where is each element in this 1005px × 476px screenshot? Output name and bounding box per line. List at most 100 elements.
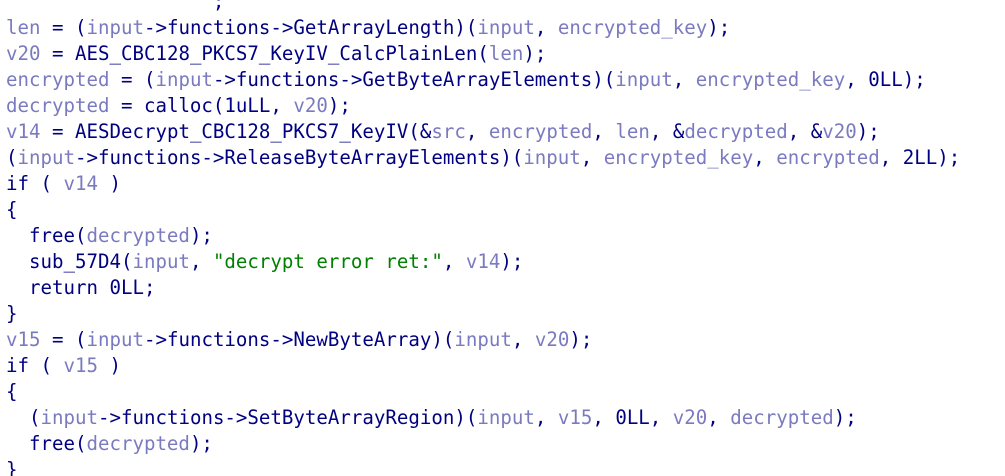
code-token: , [753, 146, 777, 169]
code-token: , [672, 68, 696, 91]
code-token: ); [569, 328, 593, 351]
code-token: , [534, 406, 558, 429]
identifier-token[interactable]: input [86, 328, 143, 351]
code-line[interactable]: } [6, 301, 960, 327]
identifier-token[interactable]: v20 [293, 94, 328, 117]
identifier-token[interactable]: encrypted_key [558, 16, 707, 39]
identifier-token[interactable]: input [86, 16, 143, 39]
string-literal-token: "decrypt error ret:" [212, 250, 443, 273]
code-token: = ( [40, 328, 87, 351]
code-line[interactable]: encrypted = (input->functions->GetByteAr… [6, 67, 960, 93]
code-token: ); [500, 250, 524, 273]
code-token: ); [707, 16, 731, 39]
code-token: } [6, 302, 18, 325]
code-line[interactable]: if ( v14 ) [6, 171, 960, 197]
code-token: ) [98, 354, 121, 377]
identifier-token[interactable]: input [41, 406, 98, 429]
identifier-token[interactable]: input [477, 406, 534, 429]
code-line[interactable]: v15 = (input->functions->NewByteArray)(i… [6, 327, 960, 353]
code-line[interactable]: v20 = AES_CBC128_PKCS7_KeyIV_CalcPlainLe… [6, 41, 960, 67]
code-token: , [465, 120, 489, 143]
identifier-token[interactable]: len [489, 42, 524, 65]
code-token: free( [6, 224, 87, 247]
pseudocode-view[interactable]: ; len = (input->functions->GetArrayLength… [0, 0, 1005, 476]
identifier-token[interactable]: v14 [6, 120, 41, 143]
code-token: ->functions->ReleaseByteArrayElements)( [74, 146, 524, 169]
identifier-token[interactable]: input [132, 250, 189, 273]
identifier-token[interactable]: v20 [822, 120, 857, 143]
code-token: , [592, 120, 616, 143]
code-line[interactable]: free(decrypted); [6, 431, 960, 457]
code-line[interactable]: decrypted = calloc(1uLL, v20); [6, 93, 960, 119]
code-token: = calloc(1uLL, [109, 94, 294, 117]
code-token: = ( [40, 16, 87, 39]
code-line[interactable]: { [6, 197, 960, 223]
identifier-token[interactable]: v20 [535, 328, 570, 351]
code-line[interactable]: ; [6, 0, 960, 15]
code-token: = ( [109, 68, 156, 91]
code-token: ); [523, 42, 547, 65]
code-token: , [534, 16, 558, 39]
code-token: ->functions->GetByteArrayElements)( [212, 68, 616, 91]
code-line[interactable]: { [6, 379, 960, 405]
identifier-token[interactable]: src [431, 120, 466, 143]
code-token: , 2LL); [879, 146, 961, 169]
code-token: ) [98, 172, 121, 195]
identifier-token[interactable]: decrypted [730, 406, 833, 429]
identifier-token[interactable]: input [18, 146, 75, 169]
identifier-token[interactable]: encrypted [776, 146, 879, 169]
code-token: , & [787, 120, 823, 143]
code-token: , [442, 250, 466, 273]
identifier-token[interactable]: input [155, 68, 212, 91]
code-line[interactable]: len = (input->functions->GetArrayLength)… [6, 15, 960, 41]
code-token: } [6, 458, 18, 476]
code-lines: ; len = (input->functions->GetArrayLength… [6, 0, 960, 476]
code-token: { [6, 380, 18, 403]
identifier-token[interactable]: len [6, 16, 41, 39]
identifier-token[interactable]: decrypted [86, 224, 189, 247]
code-line[interactable]: return 0LL; [6, 275, 960, 301]
identifier-token[interactable]: v15 [558, 406, 593, 429]
code-line[interactable]: free(decrypted); [6, 223, 960, 249]
code-token: ); [189, 432, 213, 455]
code-token: , [707, 406, 731, 429]
identifier-token[interactable]: v15 [6, 328, 41, 351]
code-token: ( [29, 172, 64, 195]
identifier-token[interactable]: input [523, 146, 580, 169]
identifier-token[interactable]: input [454, 328, 511, 351]
code-line[interactable]: if ( v15 ) [6, 353, 960, 379]
code-token: = AESDecrypt_CBC128_PKCS7_KeyIV(& [40, 120, 432, 143]
identifier-token[interactable]: v14 [466, 250, 501, 273]
code-token: sub_57D4( [6, 250, 133, 273]
code-line[interactable]: (input->functions->ReleaseByteArrayEleme… [6, 145, 960, 171]
code-token: ( [6, 146, 18, 169]
identifier-token[interactable]: decrypted [86, 432, 189, 455]
identifier-token[interactable]: len [615, 120, 650, 143]
identifier-token[interactable]: encrypted_key [696, 68, 845, 91]
code-token: , 0LL); [845, 68, 926, 91]
identifier-token[interactable]: encrypted [489, 120, 592, 143]
code-line[interactable]: } [6, 457, 960, 476]
code-token: , [580, 146, 604, 169]
code-line[interactable]: sub_57D4(input, "decrypt error ret:", v1… [6, 249, 960, 275]
identifier-token[interactable]: encrypted_key [604, 146, 753, 169]
code-token: , [511, 328, 535, 351]
identifier-token[interactable]: encrypted [6, 68, 109, 91]
identifier-token[interactable]: input [615, 68, 672, 91]
code-token: free( [6, 432, 87, 455]
code-token: ->functions->GetArrayLength)( [143, 16, 478, 39]
identifier-token[interactable]: v20 [6, 42, 41, 65]
identifier-token[interactable]: v15 [64, 354, 99, 377]
identifier-token[interactable]: input [477, 16, 534, 39]
code-token: ); [327, 94, 351, 117]
identifier-token[interactable]: decrypted [684, 120, 787, 143]
code-token: ->functions->NewByteArray)( [143, 328, 455, 351]
identifier-token[interactable]: decrypted [6, 94, 109, 117]
code-token: , [189, 250, 213, 273]
identifier-token[interactable]: v20 [673, 406, 708, 429]
code-line[interactable]: v14 = AESDecrypt_CBC128_PKCS7_KeyIV(&src… [6, 119, 960, 145]
code-token: ); [189, 224, 213, 247]
identifier-token[interactable]: v14 [64, 172, 99, 195]
keyword-token: if [6, 172, 29, 195]
code-line[interactable]: (input->functions->SetByteArrayRegion)(i… [6, 405, 960, 431]
